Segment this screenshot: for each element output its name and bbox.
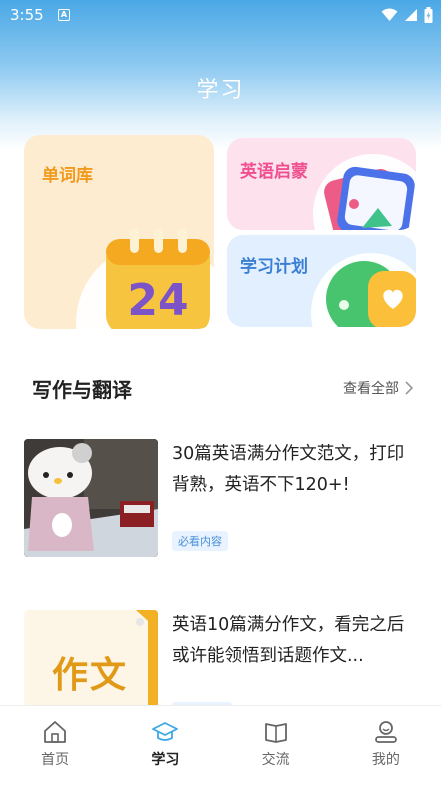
article-item[interactable]: 30篇英语满分作文范文，打印背熟，英语不下120+! 必看内容 xyxy=(24,439,416,557)
profile-icon xyxy=(374,721,397,743)
signal-icon xyxy=(405,9,417,21)
article-tag: 必看内容 xyxy=(172,531,228,551)
book-icon xyxy=(264,723,287,743)
article-item[interactable]: 作文 英语10篇满分作文，看完之后或许能领悟到话题作文... xyxy=(24,610,416,710)
vocab-library-card[interactable]: 单词库 24 xyxy=(24,135,214,329)
section-title: 写作与翻译 xyxy=(32,378,132,402)
article-thumbnail xyxy=(24,439,158,557)
notification-a-icon: A xyxy=(58,9,70,21)
status-bar: 3:55 A xyxy=(0,0,441,32)
tab-study-label: 学习 xyxy=(151,752,180,768)
wifi-icon xyxy=(381,8,398,21)
home-icon xyxy=(44,721,67,743)
tab-home[interactable]: 首页 xyxy=(0,706,110,785)
vocab-library-label: 单词库 xyxy=(42,166,93,186)
tab-profile[interactable]: 我的 xyxy=(331,706,441,785)
status-icons xyxy=(381,7,433,23)
see-all-link[interactable]: 查看全部 xyxy=(343,378,413,398)
article-thumbnail: 作文 xyxy=(24,610,158,710)
article-title: 30篇英语满分作文范文，打印背熟，英语不下120+! xyxy=(172,444,405,495)
tab-exchange[interactable]: 交流 xyxy=(221,706,331,785)
picture-icon xyxy=(324,166,415,230)
tab-profile-label: 我的 xyxy=(371,752,400,768)
calendar-icon: 24 xyxy=(106,229,210,329)
status-time: 3:55 xyxy=(10,6,44,24)
study-cap-icon xyxy=(152,722,179,741)
chevron-right-icon xyxy=(405,381,413,395)
chat-heart-icon xyxy=(326,261,416,327)
study-plan-label: 学习计划 xyxy=(240,257,308,277)
bottom-tab-bar: 首页 学习 交流 我的 xyxy=(0,705,441,785)
tab-home-label: 首页 xyxy=(41,752,70,768)
see-all-label: 查看全部 xyxy=(343,381,399,397)
calendar-number: 24 xyxy=(127,275,188,326)
page-title: 学习 xyxy=(196,78,245,103)
tab-study[interactable]: 学习 xyxy=(110,706,220,785)
english-enlightenment-card[interactable]: 英语启蒙 xyxy=(227,138,416,230)
battery-icon xyxy=(424,7,433,23)
article-title: 英语10篇满分作文，看完之后或许能领悟到话题作文... xyxy=(172,615,405,666)
thumbnail-text: 作文 xyxy=(52,655,129,696)
tab-exchange-label: 交流 xyxy=(261,752,290,768)
english-enlightenment-label: 英语启蒙 xyxy=(240,162,308,182)
study-plan-card[interactable]: 学习计划 xyxy=(227,235,416,327)
